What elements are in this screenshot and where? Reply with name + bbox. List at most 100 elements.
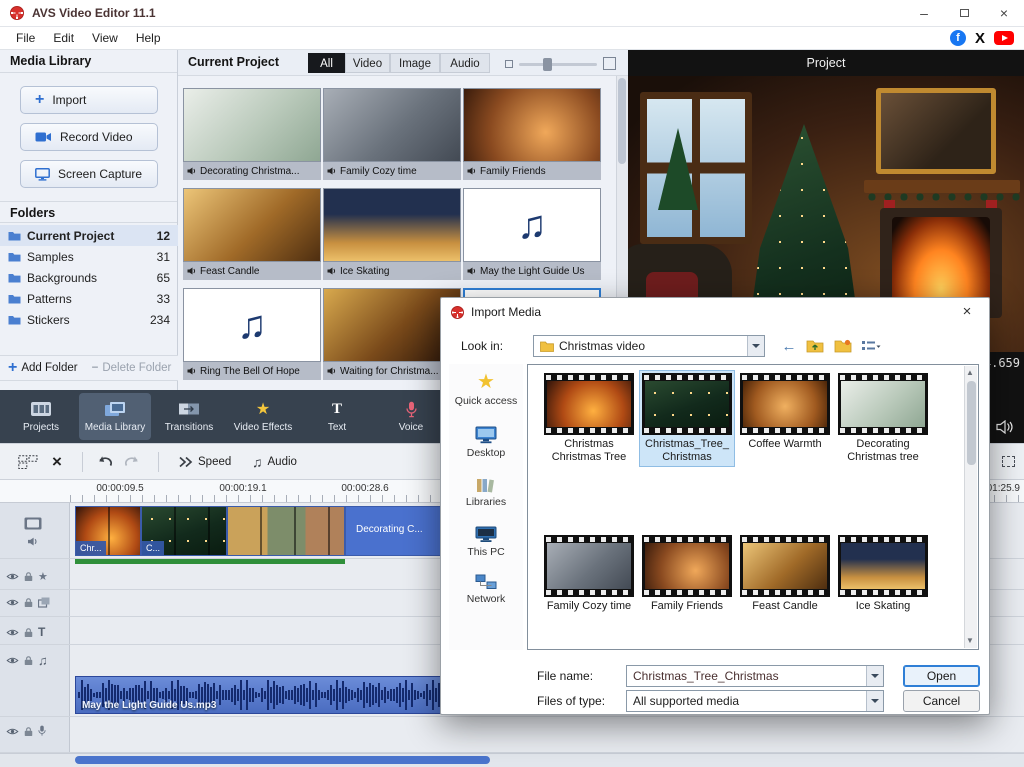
audio-button[interactable]: ♫ Audio bbox=[252, 444, 297, 479]
record-video-button[interactable]: Record Video bbox=[20, 123, 158, 151]
dialog-close-button[interactable]: × bbox=[955, 302, 979, 322]
folder-row-patterns[interactable]: Patterns 33 bbox=[0, 288, 178, 309]
tab-video-effects[interactable]: ★ Video Effects bbox=[227, 393, 299, 440]
facebook-icon[interactable]: f bbox=[950, 30, 966, 46]
filter-tab-all[interactable]: All bbox=[308, 53, 345, 73]
speed-button[interactable]: Speed bbox=[178, 444, 231, 479]
open-button[interactable]: Open bbox=[903, 665, 980, 687]
folder-icon bbox=[8, 231, 21, 241]
media-item-family-cozy-time[interactable]: Family Cozy time bbox=[323, 88, 461, 180]
file-name-input[interactable]: Christmas_Tree_Christmas bbox=[626, 665, 884, 687]
place-libraries[interactable]: Libraries bbox=[449, 477, 523, 508]
import-button[interactable]: + Import bbox=[20, 86, 158, 114]
file-item-family-cozy-time[interactable]: Family Cozy time bbox=[542, 533, 636, 615]
delete-clip-button[interactable]: × bbox=[52, 444, 62, 479]
menu-edit[interactable]: Edit bbox=[45, 29, 82, 47]
folder-row-current-project[interactable]: Current Project 12 bbox=[0, 225, 178, 246]
preview-volume-icon[interactable] bbox=[996, 420, 1014, 434]
scroll-up-icon[interactable]: ▲ bbox=[966, 369, 974, 377]
filter-tab-video[interactable]: Video bbox=[345, 53, 390, 73]
place-network[interactable]: Network bbox=[449, 574, 523, 605]
fit-timeline-button[interactable] bbox=[1002, 444, 1015, 479]
new-folder-button[interactable] bbox=[831, 336, 855, 356]
menu-file[interactable]: File bbox=[8, 29, 43, 47]
visibility-eye-icon[interactable] bbox=[6, 598, 19, 607]
thumbnail-size-slider-thumb[interactable] bbox=[543, 58, 552, 71]
back-button[interactable]: ← bbox=[777, 336, 801, 356]
lock-icon[interactable] bbox=[24, 726, 33, 737]
x-twitter-icon[interactable]: X bbox=[975, 31, 985, 46]
visibility-eye-icon[interactable] bbox=[6, 628, 19, 637]
thumbnail-size-slider[interactable] bbox=[519, 63, 597, 66]
media-item-decorating-christmas[interactable]: Decorating Christma... bbox=[183, 88, 321, 180]
dropdown-arrow-icon[interactable] bbox=[747, 336, 764, 356]
tab-transitions[interactable]: Transitions bbox=[153, 393, 225, 440]
view-menu-button[interactable] bbox=[859, 336, 883, 356]
up-one-level-button[interactable] bbox=[803, 336, 827, 356]
visibility-eye-icon[interactable] bbox=[6, 656, 19, 665]
screen-capture-button[interactable]: Screen Capture bbox=[20, 160, 158, 188]
dropdown-arrow-icon[interactable] bbox=[866, 691, 883, 711]
menu-help[interactable]: Help bbox=[128, 29, 169, 47]
menu-view[interactable]: View bbox=[84, 29, 126, 47]
tab-media-library[interactable]: Media Library bbox=[79, 393, 151, 440]
timeline-clip-2[interactable]: C... bbox=[141, 506, 227, 556]
delete-folder-button[interactable]: − Delete Folder bbox=[92, 362, 172, 374]
maximize-button[interactable] bbox=[944, 0, 984, 27]
filter-tab-image[interactable]: Image bbox=[390, 53, 440, 73]
media-item-may-the-light[interactable]: ♫ May the Light Guide Us bbox=[463, 188, 601, 280]
lock-icon[interactable] bbox=[24, 571, 33, 582]
monitor-icon bbox=[35, 168, 50, 181]
timeline-scrollbar-thumb[interactable] bbox=[75, 756, 490, 764]
lock-icon[interactable] bbox=[24, 627, 33, 638]
file-list-scrollbar-thumb[interactable] bbox=[967, 381, 976, 465]
lock-icon[interactable] bbox=[24, 655, 33, 666]
file-item-coffee-warmth[interactable]: Coffee Warmth bbox=[738, 371, 832, 453]
place-desktop[interactable]: Desktop bbox=[449, 426, 523, 459]
video-track-audio-icon[interactable] bbox=[27, 537, 38, 546]
media-item-ring-the-bell[interactable]: ♫ Ring The Bell Of Hope bbox=[183, 288, 321, 380]
voice-track[interactable] bbox=[0, 717, 1024, 753]
file-item-ice-skating[interactable]: Ice Skating bbox=[836, 533, 930, 615]
look-in-combobox[interactable]: Christmas video bbox=[533, 335, 765, 357]
file-item-decorating-christmas-tree[interactable]: Decorating Christmas tree bbox=[836, 371, 930, 466]
folder-row-backgrounds[interactable]: Backgrounds 65 bbox=[0, 267, 178, 288]
places-sidebar: ★ Quick access Desktop Libraries This PC… bbox=[449, 364, 523, 650]
media-item-ice-skating[interactable]: Ice Skating bbox=[323, 188, 461, 280]
file-thumbnail bbox=[740, 535, 830, 597]
dropdown-arrow-icon[interactable] bbox=[866, 666, 883, 686]
filter-tab-audio[interactable]: Audio bbox=[440, 53, 490, 73]
media-item-name: Decorating Christma... bbox=[200, 166, 299, 177]
place-this-pc[interactable]: This PC bbox=[449, 526, 523, 558]
tab-projects[interactable]: Projects bbox=[5, 393, 77, 440]
add-folder-button[interactable]: + Add Folder bbox=[8, 360, 78, 376]
tab-text[interactable]: T Text bbox=[301, 393, 373, 440]
file-item-family-friends[interactable]: Family Friends bbox=[640, 533, 734, 615]
folder-row-stickers[interactable]: Stickers 234 bbox=[0, 309, 178, 330]
media-library-panel: Media Library + Import Record Video Scre… bbox=[0, 50, 178, 390]
youtube-icon[interactable] bbox=[994, 31, 1014, 45]
media-item-family-friends[interactable]: Family Friends bbox=[463, 88, 601, 180]
file-item-christmas-christmas-tree[interactable]: Christmas Christmas Tree bbox=[542, 371, 636, 466]
scroll-down-icon[interactable]: ▼ bbox=[966, 637, 974, 645]
file-item-feast-candle[interactable]: Feast Candle bbox=[738, 533, 832, 615]
redo-button[interactable] bbox=[124, 444, 141, 479]
undo-button[interactable] bbox=[96, 444, 113, 479]
media-item-feast-candle[interactable]: Feast Candle bbox=[183, 188, 321, 280]
tab-voice[interactable]: Voice bbox=[375, 393, 447, 440]
file-item-christmas-tree-christmas[interactable]: Christmas_Tree_Christmas bbox=[640, 371, 734, 466]
tab-label: Media Library bbox=[85, 422, 146, 433]
timeline-clip-3[interactable] bbox=[227, 506, 345, 556]
storyboard-view-button[interactable] bbox=[18, 444, 38, 479]
folder-row-samples[interactable]: Samples 31 bbox=[0, 246, 178, 267]
lock-icon[interactable] bbox=[24, 597, 33, 608]
timeline-clip-1[interactable]: Chr... bbox=[75, 506, 141, 556]
visibility-eye-icon[interactable] bbox=[6, 572, 19, 581]
cancel-button[interactable]: Cancel bbox=[903, 690, 980, 712]
minimize-button[interactable]: – bbox=[904, 0, 944, 27]
visibility-eye-icon[interactable] bbox=[6, 727, 19, 736]
files-of-type-combobox[interactable]: All supported media bbox=[626, 690, 884, 712]
project-scrollbar-thumb[interactable] bbox=[618, 78, 626, 164]
close-button[interactable]: × bbox=[984, 0, 1024, 27]
place-quick-access[interactable]: ★ Quick access bbox=[449, 372, 523, 407]
